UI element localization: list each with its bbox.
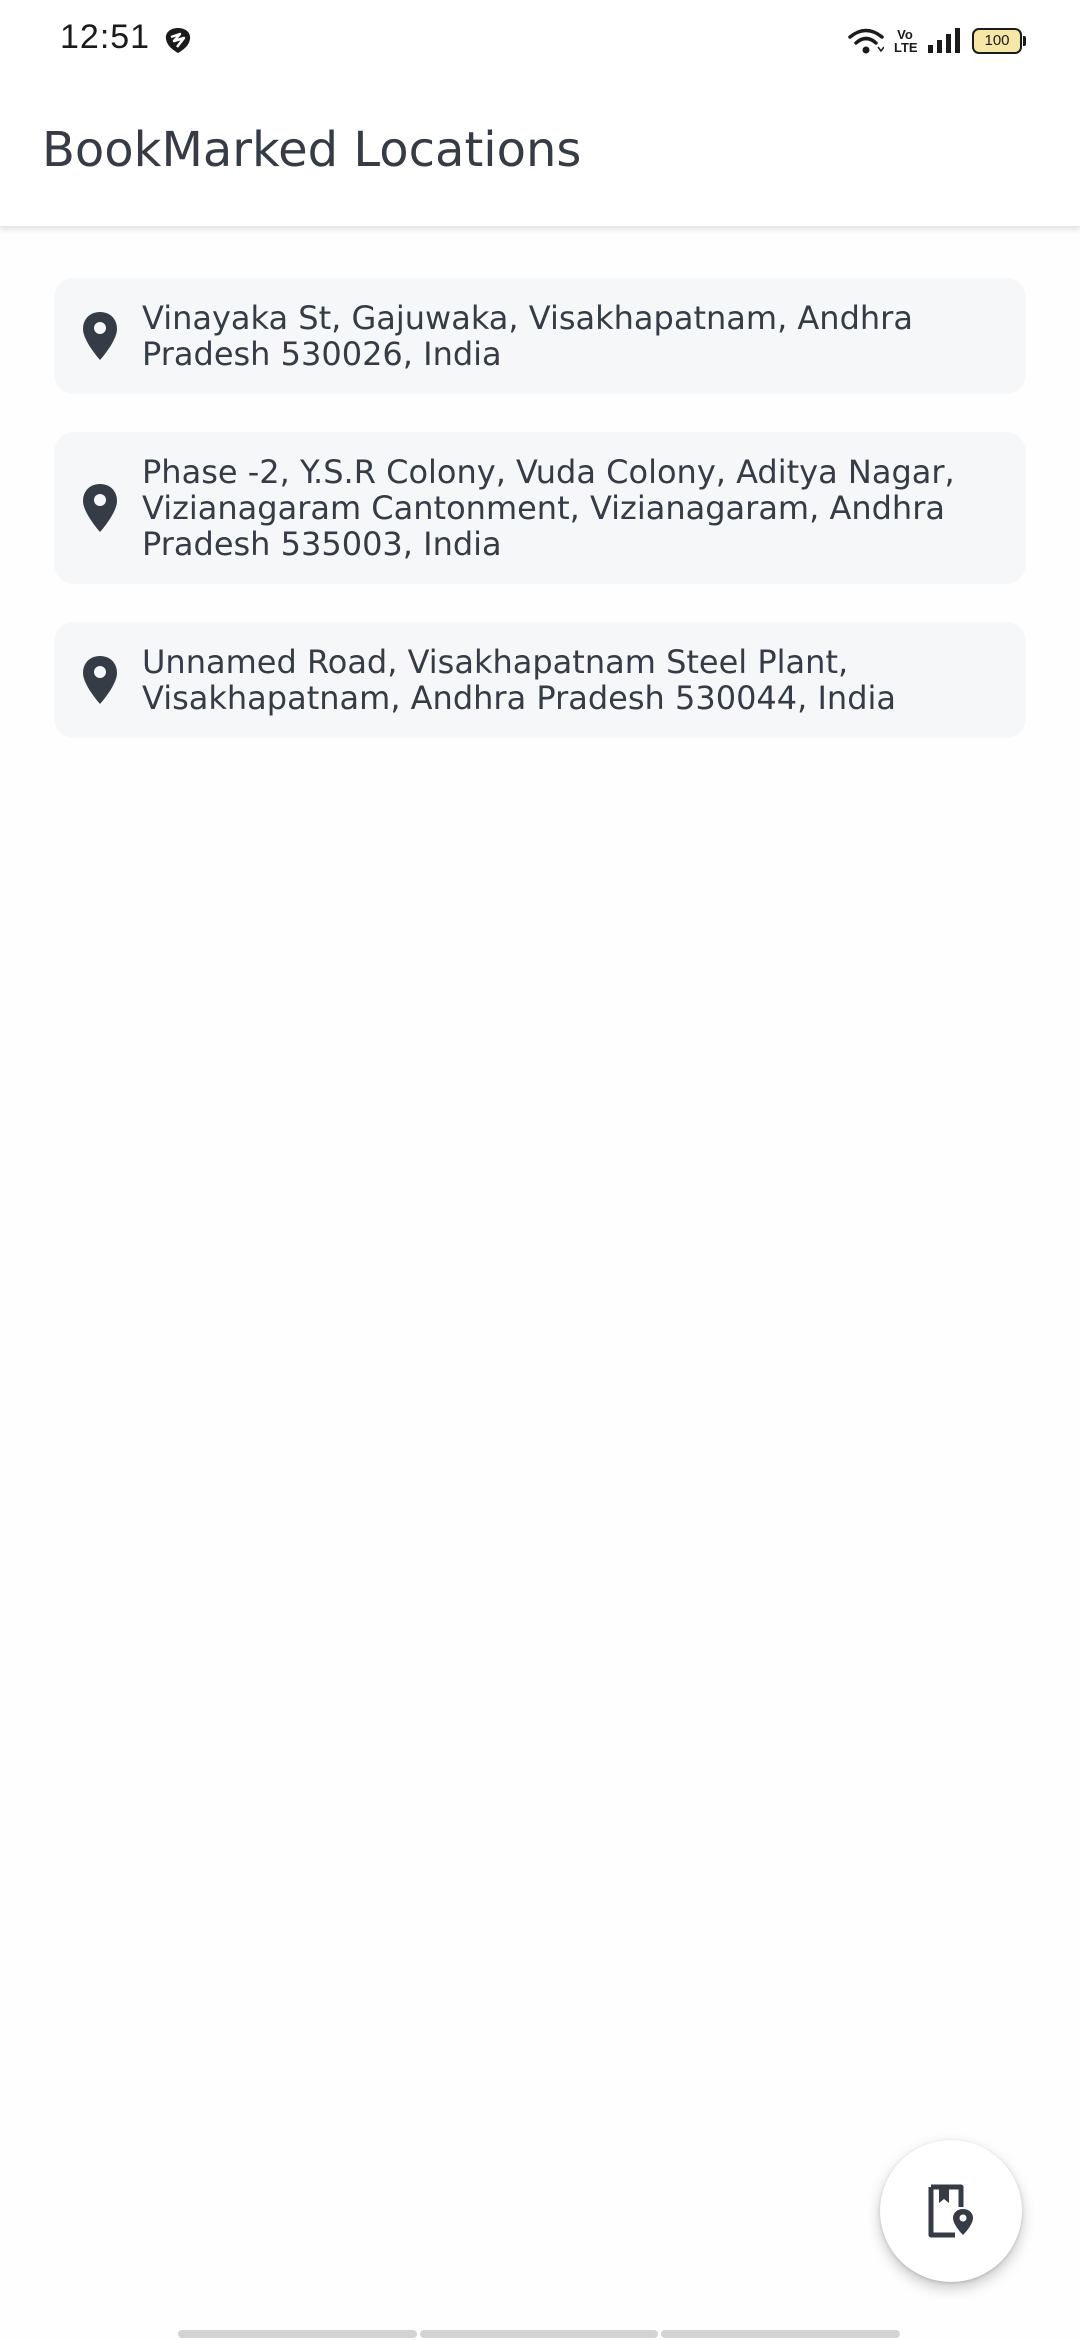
battery-icon: 100 [972,28,1026,54]
location-card[interactable]: Vinayaka St, Gajuwaka, Visakhapatnam, An… [54,278,1026,394]
bookmark-location-icon [928,2184,973,2238]
page-title: BookMarked Locations [42,122,582,178]
wifi-icon [848,28,884,54]
bookmark-location-button[interactable] [880,2140,1022,2282]
status-time: 12:51 [60,18,151,56]
map-pin-icon [83,656,117,704]
location-card[interactable]: Phase -2, Y.S.R Colony, Vuda Colony, Adi… [54,432,1026,584]
status-bar: 12:51 Vo LTE 100 [0,0,1080,80]
bookmark-list: Vinayaka St, Gajuwaka, Visakhapatnam, An… [54,278,1026,776]
navigation-handle[interactable] [178,2330,901,2338]
location-address: Phase -2, Y.S.R Colony, Vuda Colony, Adi… [142,453,955,563]
location-address: Vinayaka St, Gajuwaka, Visakhapatnam, An… [142,299,913,373]
location-card[interactable]: Unnamed Road, Visakhapatnam Steel Plant,… [54,622,1026,738]
app-bar: BookMarked Locations [0,80,1080,227]
map-pin-icon [83,484,117,532]
location-address: Unnamed Road, Visakhapatnam Steel Plant,… [142,643,897,717]
app-notification-icon [165,28,191,53]
map-pin-icon [83,312,117,360]
volte-icon: Vo LTE [894,27,918,55]
cellular-signal-icon [928,28,960,53]
status-icons: Vo LTE 100 [848,22,1026,60]
